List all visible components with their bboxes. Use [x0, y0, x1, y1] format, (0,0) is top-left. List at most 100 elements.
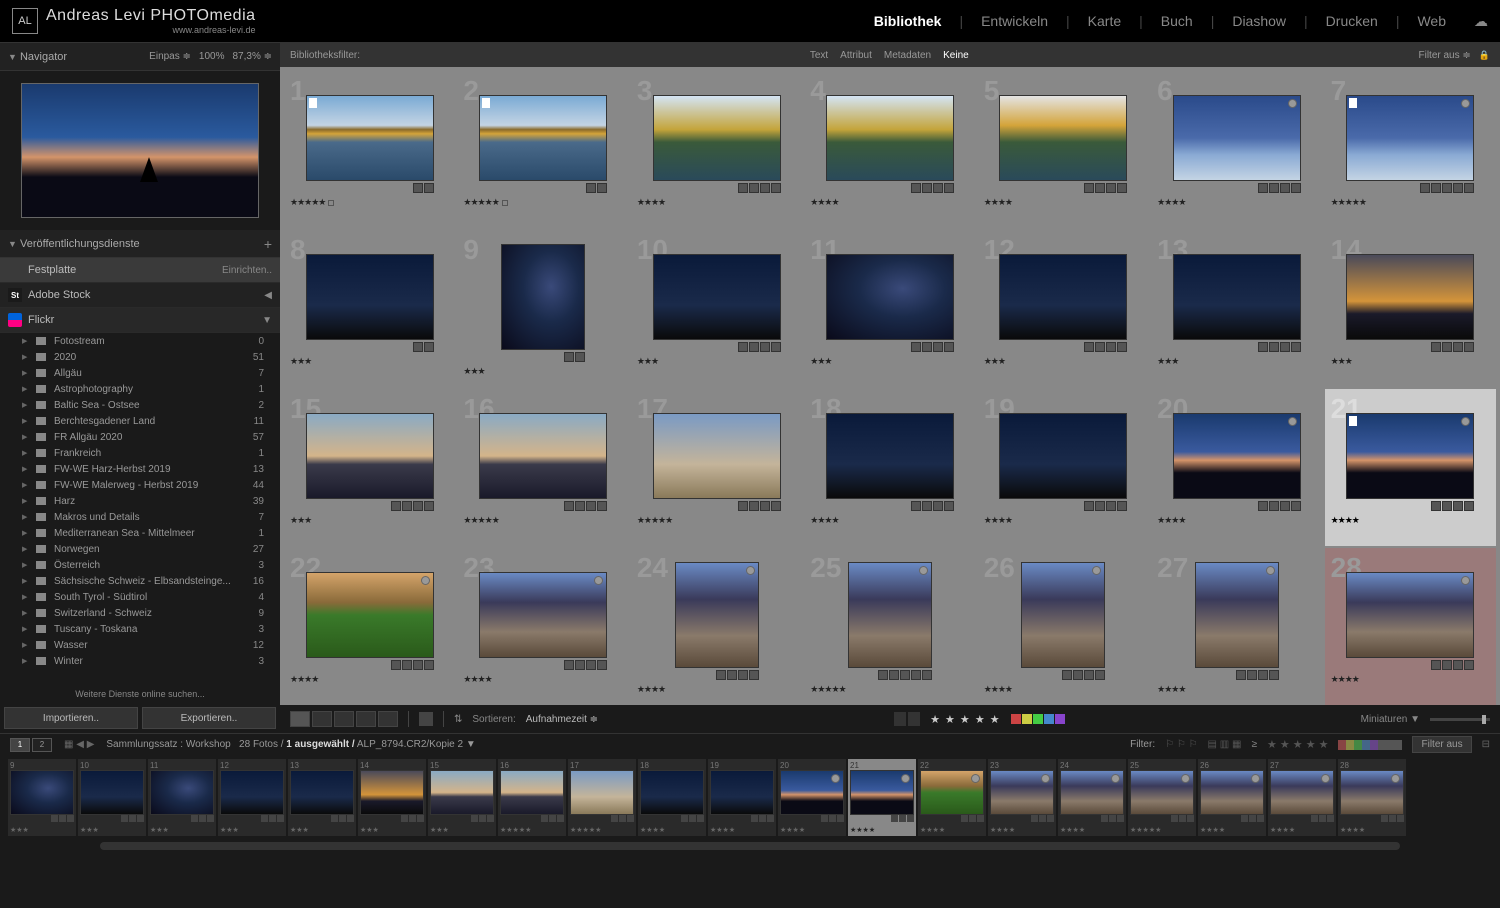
color-filter[interactable] — [1338, 740, 1402, 750]
film-thumbnail[interactable] — [990, 770, 1054, 815]
zoom-controls[interactable]: Einpas ≑ 100% 87,3% ≑ — [149, 51, 272, 62]
collection-item[interactable]: ▶Astrophotography1 — [0, 381, 280, 397]
grid-cell[interactable]: 21 ★★★★ — [1325, 389, 1496, 546]
thumbnail[interactable] — [306, 95, 434, 181]
grid-cell[interactable]: 12 ★★★ — [978, 230, 1149, 387]
thumbnail[interactable] — [826, 254, 954, 340]
film-thumbnail[interactable] — [10, 770, 74, 815]
grid-cell[interactable]: 9 ★★★ — [457, 230, 628, 387]
filter-opt-attribut[interactable]: Attribut — [840, 50, 872, 61]
rating-stars[interactable]: ★★★★ — [1331, 674, 1490, 685]
film-thumbnail[interactable] — [570, 770, 634, 815]
filmstrip-cell[interactable]: 14 ★★★ — [358, 759, 426, 836]
export-button[interactable]: Exportieren.. — [142, 707, 276, 729]
rating-filter[interactable]: ★ ★ ★ ★ ★ — [930, 713, 1001, 726]
grid-cell[interactable]: 13 ★★★ — [1151, 230, 1322, 387]
zoom-100[interactable]: 100% — [199, 51, 225, 62]
filmstrip-cell[interactable]: 11 ★★★ — [148, 759, 216, 836]
grid-cell[interactable]: 8 ★★★ — [284, 230, 455, 387]
grid-cell[interactable]: 28 ★★★★ — [1325, 548, 1496, 705]
service-festplatte[interactable]: FestplatteEinrichten.. — [0, 258, 280, 283]
sort-direction-icon[interactable]: ⇅ — [454, 714, 462, 725]
module-tab-buch[interactable]: Buch — [1161, 13, 1193, 29]
screen-2-button[interactable]: 2 — [32, 738, 52, 752]
rating-stars[interactable]: ★★★★★ — [1331, 197, 1490, 208]
thumbnail-size-slider[interactable] — [1430, 718, 1490, 721]
collection-item[interactable]: ▶Tuscany - Toskana3 — [0, 621, 280, 637]
grid-cell[interactable]: 26 ★★★★ — [978, 548, 1149, 705]
zoom-fit[interactable]: Einpas ≑ — [149, 51, 191, 62]
module-tab-drucken[interactable]: Drucken — [1326, 13, 1378, 29]
service-action[interactable]: ▼ — [262, 315, 272, 326]
collection-item[interactable]: ▶Makros und Details7 — [0, 509, 280, 525]
filter-lock-icon[interactable]: ⊟ — [1482, 739, 1490, 750]
filmstrip-cell[interactable]: 16 ★★★★★ — [498, 759, 566, 836]
film-thumbnail[interactable] — [780, 770, 844, 815]
rating-stars[interactable]: ★★★★ — [984, 197, 1143, 208]
thumbnail[interactable] — [479, 413, 607, 499]
lock-icon[interactable] — [1479, 50, 1490, 61]
rating-stars[interactable]: ★★★★ — [984, 515, 1143, 526]
film-thumbnail[interactable] — [290, 770, 354, 815]
navigator-thumbnail[interactable] — [21, 83, 259, 218]
filmstrip-cell[interactable]: 9 ★★★ — [8, 759, 76, 836]
collection-item[interactable]: ▶Winter3 — [0, 653, 280, 669]
filter-off-dropdown[interactable]: Filter aus — [1412, 736, 1471, 753]
grid-cell[interactable]: 15 ★★★ — [284, 389, 455, 546]
film-thumbnail[interactable] — [150, 770, 214, 815]
film-thumbnail[interactable] — [500, 770, 564, 815]
collection-item[interactable]: ▶Switzerland - Schweiz9 — [0, 605, 280, 621]
film-thumbnail[interactable] — [1270, 770, 1334, 815]
grid-cell[interactable]: 11 ★★★ — [804, 230, 975, 387]
color-label-filter[interactable] — [1011, 714, 1065, 724]
grid-cell[interactable]: 16 ★★★★★ — [457, 389, 628, 546]
film-thumbnail[interactable] — [1060, 770, 1124, 815]
navigator-preview[interactable] — [0, 71, 280, 230]
filmstrip-cell[interactable]: 13 ★★★ — [288, 759, 356, 836]
thumbnail[interactable] — [479, 95, 607, 181]
collection-item[interactable]: ▶South Tyrol - Südtirol4 — [0, 589, 280, 605]
collection-list[interactable]: ▶Fotostream0▶202051▶Allgäu7▶Astrophotogr… — [0, 333, 280, 685]
filter-opt-metadaten[interactable]: Metadaten — [884, 50, 931, 61]
rating-stars[interactable]: ★★★★ — [984, 684, 1143, 695]
collection-item[interactable]: ▶FW-WE Malerweg - Herbst 201944 — [0, 477, 280, 493]
collection-item[interactable]: ▶Österreich3 — [0, 557, 280, 573]
thumbnail[interactable] — [1173, 95, 1301, 181]
collection-item[interactable]: ▶Allgäu7 — [0, 365, 280, 381]
painter-tool[interactable] — [419, 712, 433, 726]
service-action[interactable]: ◀ — [264, 290, 272, 301]
thumbnail[interactable] — [479, 572, 607, 658]
breadcrumb[interactable]: Sammlungssatz : Workshop 28 Fotos / 1 au… — [106, 739, 475, 750]
grid-cell[interactable]: 7 ★★★★★ — [1325, 71, 1496, 228]
grid-view-button[interactable] — [290, 711, 310, 727]
grid-cell[interactable]: 20 ★★★★ — [1151, 389, 1322, 546]
navigator-header[interactable]: ▼ Navigator Einpas ≑ 100% 87,3% ≑ — [0, 43, 280, 71]
module-tab-karte[interactable]: Karte — [1088, 13, 1121, 29]
sort-dropdown[interactable]: Aufnahmezeit ≑ — [526, 714, 598, 725]
rating-stars[interactable]: ★★★★★ — [463, 197, 622, 208]
collection-item[interactable]: ▶Wasser12 — [0, 637, 280, 653]
filmstrip-cell[interactable]: 12 ★★★ — [218, 759, 286, 836]
filmstrip-cell[interactable]: 21 ★★★★ — [848, 759, 916, 836]
grid-cell[interactable]: 18 ★★★★ — [804, 389, 975, 546]
grid-cell[interactable]: 25 ★★★★★ — [804, 548, 975, 705]
collection-item[interactable]: ▶Frankreich1 — [0, 445, 280, 461]
grid-cell[interactable]: 6 ★★★★ — [1151, 71, 1322, 228]
color-label-box[interactable] — [502, 200, 508, 206]
rating-stars[interactable]: ★★★ — [290, 356, 449, 367]
thumbnail[interactable] — [1346, 572, 1474, 658]
thumbnail[interactable] — [1173, 413, 1301, 499]
thumbnail[interactable] — [999, 413, 1127, 499]
collection-item[interactable]: ▶FR Allgäu 202057 — [0, 429, 280, 445]
rating-stars[interactable]: ★★★★★ — [810, 684, 969, 695]
grid-cell[interactable]: 5 ★★★★ — [978, 71, 1149, 228]
rating-stars[interactable]: ★★★ — [810, 356, 969, 367]
rating-stars[interactable]: ★★★ — [1157, 356, 1316, 367]
film-thumbnail[interactable] — [80, 770, 144, 815]
filmstrip-cell[interactable]: 10 ★★★ — [78, 759, 146, 836]
thumbnail[interactable] — [653, 413, 781, 499]
rating-stars[interactable]: ★★★★ — [1331, 515, 1490, 526]
rating-stars[interactable]: ★★★ — [290, 515, 449, 526]
thumbnail[interactable] — [826, 413, 954, 499]
collection-item[interactable]: ▶Norwegen27 — [0, 541, 280, 557]
